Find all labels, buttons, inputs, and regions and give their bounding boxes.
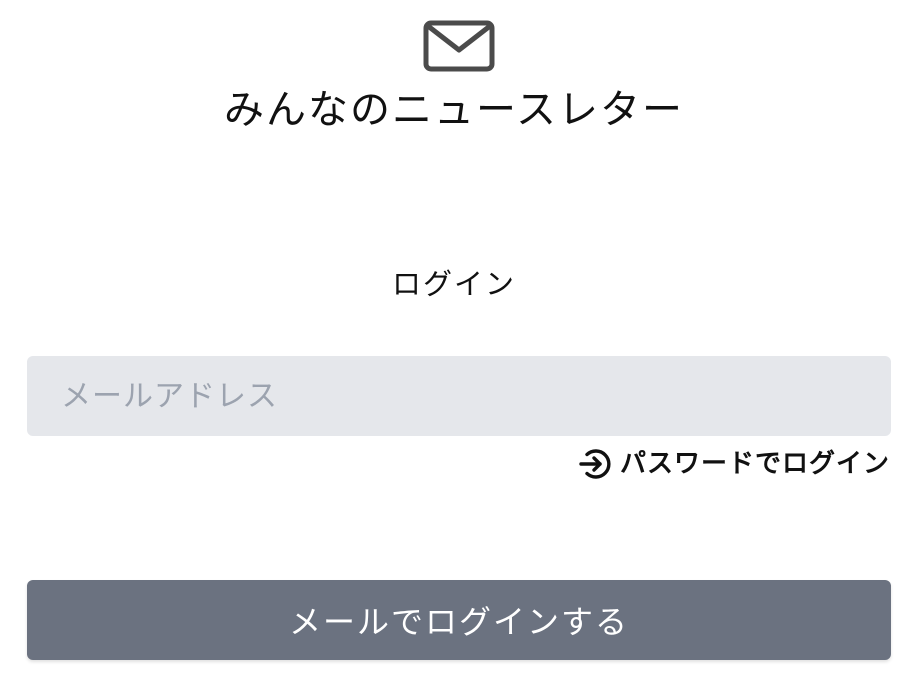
envelope-icon — [423, 20, 495, 72]
login-page: みんなのニュースレター ログイン パスワードでログイン メールでログインする — [0, 0, 908, 678]
login-heading: ログイン — [391, 267, 516, 301]
password-login-link[interactable]: パスワードでログイン — [578, 444, 890, 484]
password-login-label: パスワードでログイン — [619, 449, 890, 479]
email-login-button[interactable]: メールでログインする — [27, 580, 891, 660]
email-field[interactable] — [27, 356, 891, 436]
login-arrow-icon — [579, 449, 611, 479]
app-title: みんなのニュースレター — [224, 87, 684, 133]
